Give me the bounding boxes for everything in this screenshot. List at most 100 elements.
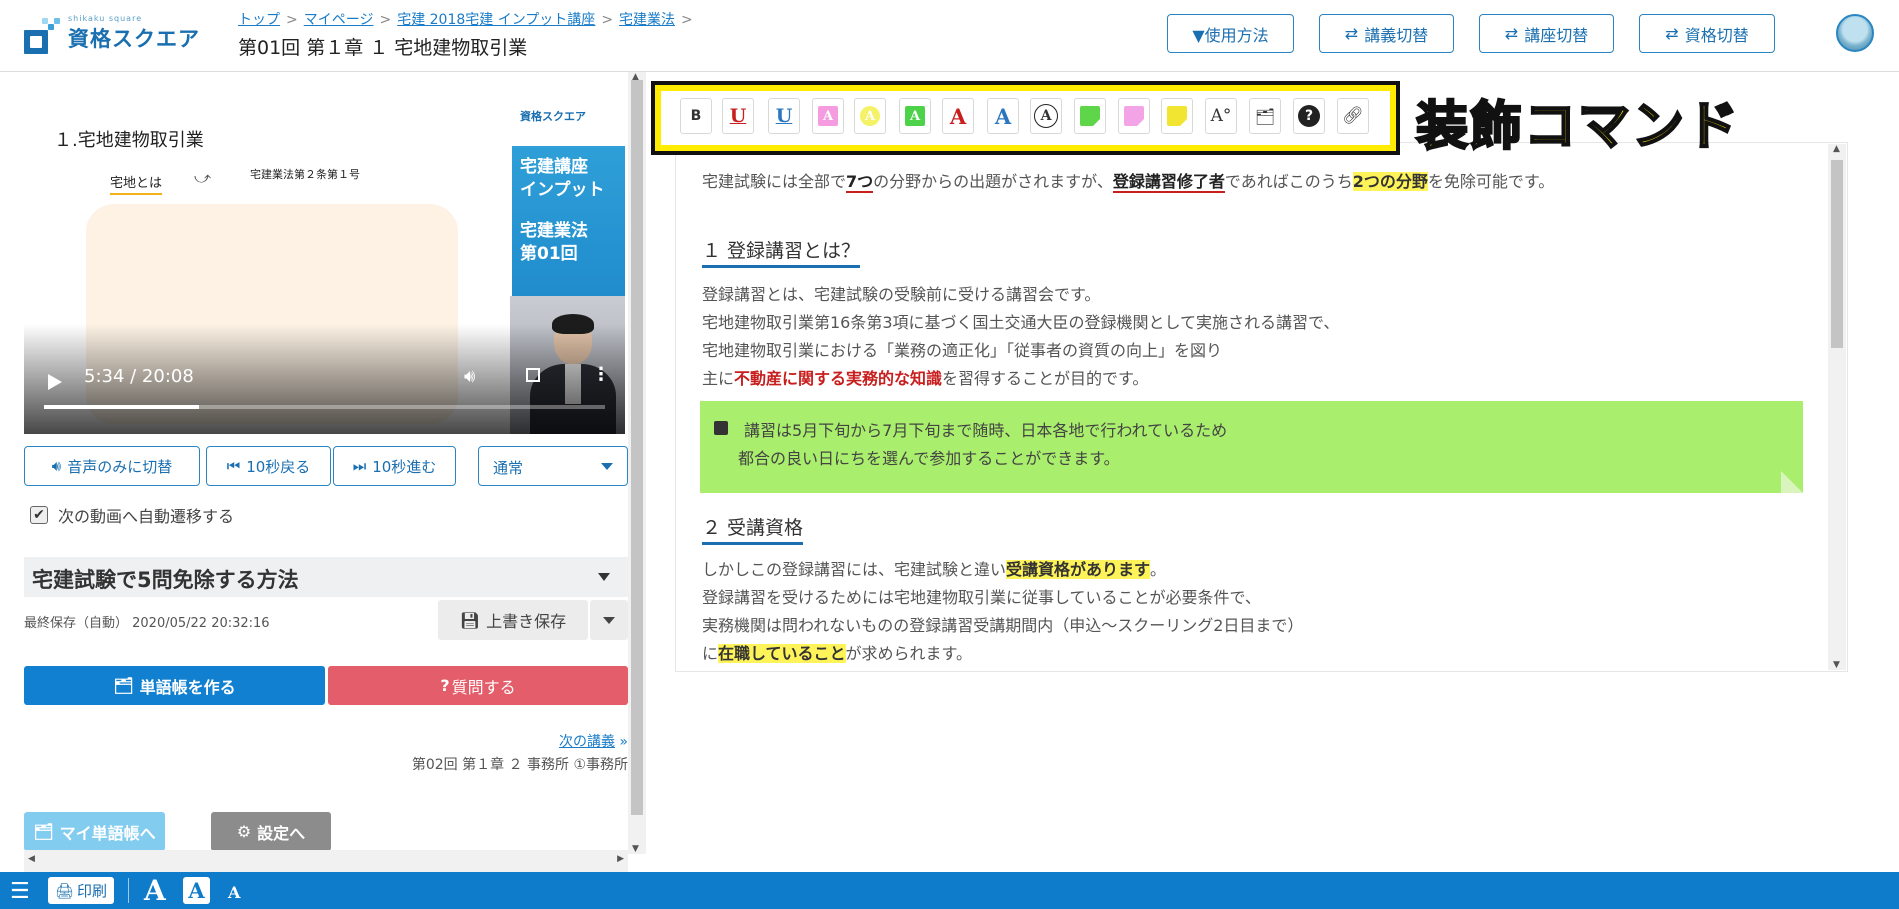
ask-question-button[interactable]: ? 質問する <box>328 666 628 705</box>
circle-text-tool[interactable]: A <box>1030 98 1062 134</box>
underline-red-tool[interactable]: U <box>722 98 754 134</box>
bold-tool[interactable]: B <box>680 98 712 134</box>
switch-arrows-icon: ⇄ <box>1665 24 1679 43</box>
font-size-tool[interactable]: A° <box>1205 98 1237 134</box>
page-title: 第01回 第１章 １ 宅地建物取引業 <box>238 37 528 59</box>
brand-line: 第01回 <box>520 244 578 264</box>
forward-10-label: 10秒進む <box>372 457 437 476</box>
next-lecture-label: 次の講義 <box>558 734 615 750</box>
brand-logo: 資格スクエア <box>520 110 586 123</box>
section-text: 登録講習を受けるためには宅地建物取引業に従事していることが必要条件で、 <box>702 588 1261 607</box>
rewind-10-button[interactable]: ⏮︎ 10秒戻る <box>206 446 331 486</box>
play-icon[interactable] <box>48 374 62 390</box>
sticky-note[interactable]: 講習は5月下旬から7月下旬まで随時、日本各地で行われているため 都合の良い日にち… <box>700 401 1803 493</box>
sticky-note-fold <box>1781 471 1803 493</box>
text-blue-tool[interactable]: A <box>987 98 1019 134</box>
breadcrumb-mypage[interactable]: マイページ <box>304 12 374 28</box>
question-icon: ? <box>440 676 450 695</box>
section-text: 登録講習とは、宅建試験の受験前に受ける講習会です。 <box>702 285 1101 304</box>
create-flashcard-button[interactable]: 🗂︎ 単語帳を作る <box>24 666 325 705</box>
intro-highlight: 2つの分野 <box>1352 172 1428 191</box>
font-size-small-button[interactable]: A <box>228 883 240 902</box>
section-text: 主に不動産に関する実務的な知識を習得することが目的です。 <box>702 365 1148 389</box>
decoration-commands-label: 装飾コマンド <box>1415 96 1741 159</box>
audio-only-button[interactable]: 🔊︎ 音声のみに切替 <box>24 446 200 486</box>
sticky-yellow-tool[interactable] <box>1161 98 1193 134</box>
text-red-tool[interactable]: A <box>942 98 974 134</box>
highlight-pink-tool[interactable]: A <box>812 98 844 134</box>
playback-speed-select[interactable]: 通常 <box>478 446 628 486</box>
print-label: 印刷 <box>77 882 108 900</box>
my-flashcards-button[interactable]: 🗂︎ マイ単語帳へ <box>24 812 165 851</box>
course-switch-button[interactable]: ⇄ 講座切替 <box>1479 14 1614 53</box>
video-progress-bar[interactable] <box>44 405 605 409</box>
print-button[interactable]: 🖨︎ 印刷 <box>48 877 114 904</box>
flashcard-icon: 🗂︎ <box>33 822 54 841</box>
circle-a-icon: A <box>1034 104 1058 128</box>
link-tool[interactable]: 🔗︎ <box>1337 98 1369 134</box>
sticky-note-icon <box>714 421 728 435</box>
usage-button[interactable]: ▼使用方法 <box>1167 14 1294 53</box>
section-text: 実務機関は問われないものの登録講習受講期間内（申込～スクーリング2日目まで） <box>702 616 1304 635</box>
flashcard-icon: 🗂︎ <box>113 676 134 695</box>
question-circle-icon: ? <box>1298 105 1320 127</box>
volume-icon[interactable]: 🔊︎ <box>464 366 475 387</box>
highlight-yellow-tool[interactable]: A <box>854 98 886 134</box>
sticky-green-tool[interactable] <box>1074 98 1106 134</box>
scroll-right-icon[interactable]: ▶ <box>617 854 624 864</box>
intro-text: 宅建試験には全部で <box>702 172 847 191</box>
question-tool[interactable]: ? <box>1293 98 1325 134</box>
fullscreen-icon[interactable] <box>526 368 540 382</box>
scrollbar-thumb[interactable] <box>631 80 643 815</box>
scrollbar-thumb[interactable] <box>1831 160 1843 348</box>
more-options-icon[interactable]: ⋮ <box>592 364 610 385</box>
highlight-green-tool[interactable]: A <box>899 98 931 134</box>
forward-10-button[interactable]: ⏭︎ 10秒進む <box>333 446 456 486</box>
autonext-toggle[interactable]: ✔ 次の動画へ自動遷移する <box>30 503 234 527</box>
scroll-left-icon[interactable]: ◀ <box>28 854 35 864</box>
hamburger-menu-icon[interactable]: ☰ <box>10 879 30 904</box>
bold-icon: B <box>690 108 702 124</box>
video-time: 5:34 / 20:08 <box>84 366 194 387</box>
breadcrumb-top[interactable]: トップ <box>238 12 280 28</box>
user-avatar[interactable] <box>1836 14 1874 52</box>
scroll-up-icon[interactable]: ▲ <box>1833 144 1840 154</box>
next-lecture-link[interactable]: 次の講義 » <box>430 731 628 751</box>
scroll-down-icon[interactable]: ▼ <box>1833 660 1840 670</box>
lecture-switch-button[interactable]: ⇄ 講義切替 <box>1319 14 1454 53</box>
section-text-part: 主に <box>702 369 735 388</box>
note-title: 宅建試験で5問免除する方法 <box>32 568 299 592</box>
section-text: に在職していることが求められます。 <box>702 640 972 664</box>
save-options-dropdown[interactable] <box>590 600 628 640</box>
settings-button[interactable]: ⚙ 設定へ <box>211 812 331 851</box>
autonext-label: 次の動画へ自動遷移する <box>58 507 235 526</box>
lecture-switch-label: 講義切替 <box>1364 25 1429 45</box>
underline-red-icon: U <box>729 105 747 127</box>
content-scrollbar[interactable]: ▲ ▼ <box>1828 144 1846 670</box>
qualification-switch-label: 資格切替 <box>1684 25 1749 45</box>
scroll-down-icon[interactable]: ▼ <box>632 844 639 854</box>
intro-emphasis: 7つ <box>846 172 874 193</box>
left-panel-scrollbar[interactable]: ▲ ▼ <box>628 72 646 854</box>
autonext-checkbox[interactable]: ✔ <box>30 506 48 524</box>
sticky-pink-tool[interactable] <box>1118 98 1150 134</box>
qualification-switch-button[interactable]: ⇄ 資格切替 <box>1639 14 1775 53</box>
note-title-bar[interactable]: 宅建試験で5問免除する方法 <box>24 557 628 597</box>
breadcrumb-subject[interactable]: 宅建業法 <box>619 12 675 28</box>
underline-blue-icon: U <box>775 105 793 127</box>
highlight-green-icon: A <box>905 106 925 126</box>
slide-title: １.宅地建物取引業 <box>54 130 204 151</box>
overwrite-save-button[interactable]: 💾︎ 上書き保存 <box>438 600 588 640</box>
left-panel-hscrollbar[interactable]: ◀ ▶ <box>24 850 628 872</box>
section-heading: １ 登録講習とは？ <box>702 236 861 268</box>
chevron-down-icon[interactable] <box>598 573 610 581</box>
underline-blue-tool[interactable]: U <box>768 98 800 134</box>
font-size-medium-button[interactable]: A <box>183 877 210 904</box>
create-flashcard-label: 単語帳を作る <box>139 677 236 697</box>
site-logo[interactable]: shikaku square 資格スクエア <box>24 14 204 54</box>
font-size-large-button[interactable]: A <box>144 874 166 907</box>
flashcard-tool[interactable]: 🗂︎ <box>1249 98 1281 134</box>
video-player[interactable]: １.宅地建物取引業 宅地とは ⤻ 宅建業法第２条第１号 資格スクエア 宅建講座イ… <box>24 96 625 434</box>
section-text-part: を習得することが目的です。 <box>942 369 1149 388</box>
breadcrumb-course[interactable]: 宅建 2018宅建 インプット講座 <box>397 12 595 28</box>
